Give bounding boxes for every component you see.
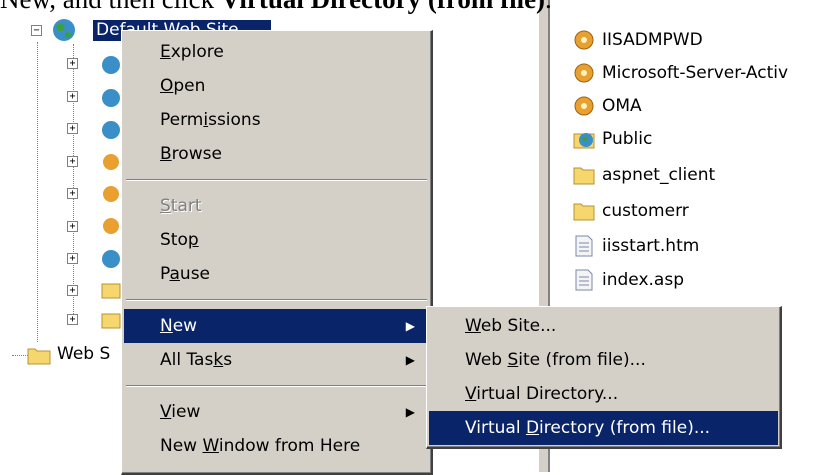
gear-folder-icon — [574, 96, 594, 116]
submenu-item-web-site-from-file[interactable]: Web Site (from file)... — [429, 343, 778, 377]
list-item[interactable]: Public — [572, 123, 652, 155]
folder-icon — [573, 167, 595, 185]
globe-icon — [102, 250, 120, 268]
folder-icon — [573, 203, 595, 221]
expand-toggle[interactable]: + — [67, 91, 78, 102]
globe-icon — [102, 56, 120, 74]
submenu-arrow-icon: ▶ — [405, 319, 415, 333]
submenu-arrow-icon: ▶ — [405, 405, 415, 419]
menu-separator — [126, 179, 427, 181]
list-item-label: iisstart.htm — [602, 236, 700, 256]
submenu-item-web-site[interactable]: Web Site... — [429, 309, 778, 343]
globe-folder-icon — [573, 133, 595, 149]
list-item-label: index.asp — [602, 270, 684, 290]
menu-item-permissions[interactable]: Permissions — [124, 103, 429, 137]
menu-item-pause[interactable]: Pause — [124, 257, 429, 291]
gear-folder-icon — [103, 186, 119, 202]
instruction-caption: New, and then click Virtual Directory (f… — [0, 0, 552, 15]
menu-item-new-window[interactable]: New Window from Here — [124, 429, 429, 463]
new-submenu: Web Site... Web Site (from file)... Virt… — [426, 306, 782, 449]
expand-toggle[interactable]: + — [67, 58, 78, 69]
globe-icon — [102, 121, 120, 139]
menu-item-open[interactable]: Open — [124, 69, 429, 103]
list-item-label: customerr — [602, 201, 689, 221]
expand-toggle[interactable]: + — [67, 156, 78, 167]
menu-item-view[interactable]: View ▶ — [124, 395, 429, 429]
list-item-label: Public — [602, 129, 653, 149]
list-item[interactable]: IISADMPWD — [572, 24, 703, 56]
gear-folder-icon — [103, 218, 119, 234]
list-item[interactable]: customerr — [572, 195, 689, 227]
list-item[interactable]: aspnet_client — [572, 159, 715, 191]
menu-item-stop[interactable]: Stop — [124, 223, 429, 257]
list-item-label: aspnet_client — [602, 165, 716, 185]
gear-folder-icon — [574, 63, 594, 83]
tree-node-web-sites[interactable]: Web S — [57, 344, 110, 364]
expand-toggle[interactable]: + — [67, 123, 78, 134]
folder-icon — [27, 348, 51, 365]
menu-item-all-tasks[interactable]: All Tasks ▶ — [124, 343, 429, 377]
list-item[interactable]: Microsoft-Server-Activ — [572, 57, 788, 89]
gear-folder-icon — [103, 154, 119, 170]
menu-separator — [126, 299, 427, 301]
submenu-arrow-icon: ▶ — [405, 353, 415, 367]
menu-item-browse[interactable]: Browse — [124, 137, 429, 171]
submenu-item-virtual-directory-from-file[interactable]: Virtual Directory (from file)... — [429, 411, 778, 445]
list-item[interactable]: iisstart.htm — [572, 230, 699, 262]
file-icon — [575, 269, 593, 291]
menu-separator — [126, 385, 427, 387]
list-item[interactable]: index.asp — [572, 264, 684, 296]
menu-item-new[interactable]: New ▶ — [124, 309, 429, 343]
menu-item-explore[interactable]: Explore — [124, 35, 429, 69]
expand-toggle[interactable]: + — [67, 188, 78, 199]
tree-line — [73, 44, 74, 320]
folder-icon — [101, 283, 121, 299]
folder-icon — [101, 313, 121, 329]
file-icon — [575, 235, 593, 257]
expand-toggle[interactable]: + — [67, 221, 78, 232]
submenu-item-virtual-directory[interactable]: Virtual Directory... — [429, 377, 778, 411]
list-item-label: Microsoft-Server-Activ — [602, 63, 789, 83]
globe-icon — [53, 19, 75, 41]
tree-line — [37, 42, 38, 342]
expand-toggle[interactable]: + — [67, 314, 78, 325]
list-item-label: IISADMPWD — [602, 30, 703, 50]
collapse-toggle[interactable]: − — [31, 25, 42, 36]
list-item[interactable]: OMA — [572, 90, 642, 122]
menu-item-start: Start — [160, 196, 202, 216]
list-item-label: OMA — [602, 96, 642, 116]
expand-toggle[interactable]: + — [67, 285, 78, 296]
gear-folder-icon — [574, 30, 594, 50]
globe-icon — [102, 89, 120, 107]
expand-toggle[interactable]: + — [67, 253, 78, 264]
context-menu: Explore Open Permissions Browse Start St… — [121, 30, 433, 475]
